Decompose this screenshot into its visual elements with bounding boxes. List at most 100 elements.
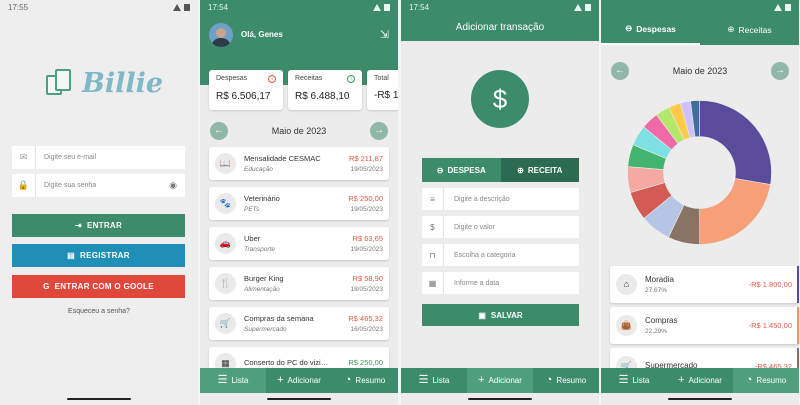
nav-list[interactable]: ☰ Lista [200, 368, 266, 393]
total-card[interactable]: Total -R$ 1 [367, 70, 398, 110]
expenses-card[interactable]: Despesas ↓ R$ 6.506,17 [209, 70, 283, 110]
card-value: R$ 6.488,10 [295, 91, 350, 102]
nav-summary[interactable]: ◔ Resumo [733, 368, 799, 393]
category-summary-row[interactable]: ⌂ Moradia 27.67% -R$ 1.800,00 [610, 266, 799, 303]
eye-icon[interactable]: ◉ [169, 180, 185, 191]
logout-icon[interactable]: ⇲ [380, 28, 389, 41]
avatar[interactable] [209, 22, 233, 47]
transaction-date: 19/05/2023 [350, 206, 383, 213]
home-indicator [668, 398, 732, 400]
pet-icon: 🐾 [215, 193, 236, 214]
tab-expenses-label: Despesas [636, 23, 676, 34]
next-month-icon[interactable]: → [771, 62, 789, 80]
donut-slice[interactable] [699, 178, 771, 245]
tab-income[interactable]: ⊕ Receitas [700, 14, 799, 45]
transaction-date: 18/05/2023 [350, 286, 383, 293]
food-icon: 🍴 [215, 273, 236, 294]
transaction-row[interactable]: 🛒 Compras da semana Supermercado R$ 465,… [209, 307, 389, 340]
income-toggle[interactable]: ⊕ RECEITA [500, 158, 579, 182]
nav-add[interactable]: + Adicionar [266, 368, 332, 393]
password-placeholder: Digite sua senha [44, 182, 97, 189]
nav-add[interactable]: + Adicionar [667, 368, 733, 393]
enter-button[interactable]: ⇥ ENTRAR [12, 214, 185, 237]
prev-month-icon[interactable]: ← [611, 62, 629, 80]
page-title: Adicionar transação [455, 22, 545, 33]
transaction-date: 16/05/2023 [350, 326, 383, 333]
home-indicator [468, 398, 532, 400]
plus-icon: + [478, 374, 485, 386]
transaction-value: R$ 211,87 [348, 154, 383, 163]
nav-list[interactable]: ☰ Lista [401, 368, 467, 393]
transaction-date: 19/05/2023 [350, 246, 383, 253]
status-icons [574, 3, 591, 11]
lines-icon: ≡ [422, 188, 444, 210]
description-field[interactable]: ≡ Digite a descrição [422, 188, 579, 210]
category-field[interactable]: ⊓ Escolha a categoria [422, 244, 579, 266]
tab-income-label: Receitas [738, 24, 772, 35]
date-field[interactable]: ▦ Informe a data [422, 272, 579, 294]
enter-label: ENTRAR [86, 221, 123, 230]
income-label: RECEITA [527, 165, 563, 175]
transaction-date: 19/05/2023 [350, 166, 383, 173]
card-value: -R$ 1 [374, 90, 398, 101]
nav-list[interactable]: ☰ Lista [601, 368, 667, 393]
date-placeholder: Informe a data [454, 279, 500, 287]
transaction-row[interactable]: 🍴 Burger King Alimentação R$ 58,90 18/05… [209, 267, 389, 300]
next-month-icon[interactable]: → [370, 122, 388, 140]
dollar-icon: $ [471, 70, 529, 128]
password-field[interactable]: 🔒 Digite sua senha ◉ [12, 174, 185, 197]
document-icon: ▤ [67, 251, 76, 260]
transaction-row[interactable]: 🐾 Veterinário PETs R$ 250,00 19/05/2023 [209, 187, 389, 220]
transaction-row[interactable]: 📖 Mensalidade CESMAC Educação R$ 211,87 … [209, 147, 389, 180]
value-field[interactable]: $ Digite o valor [422, 216, 579, 238]
tab-expenses[interactable]: ⊖ Despesas [601, 14, 700, 45]
register-button[interactable]: ▤ REGISTRAR [12, 244, 185, 267]
donut-slice[interactable] [699, 100, 772, 185]
month-selector: ← Maio de 2023 → [200, 115, 398, 147]
cart-icon: 🛒 [215, 313, 236, 334]
nav-add-label: Adicionar [488, 376, 522, 385]
home-icon: ⌂ [616, 274, 637, 295]
home-indicator [267, 398, 331, 400]
transaction-value: R$ 250,00 [348, 357, 383, 367]
transaction-category: Supermercado [244, 326, 287, 333]
card-title: Despesas [216, 75, 248, 82]
minus-circle-icon: ⊖ [625, 23, 633, 33]
bottom-nav: ☰ Lista + Adicionar ◔ Resumo [401, 368, 599, 393]
bottom-nav: ☰ Lista + Adicionar ◔ Resumo [200, 368, 398, 393]
pie-icon: ◔ [745, 374, 753, 386]
status-icons [774, 3, 791, 11]
status-icons [173, 3, 190, 11]
expense-toggle[interactable]: ⊖ DESPESA [422, 158, 501, 182]
nav-summary[interactable]: ◔ Resumo [332, 368, 398, 393]
forgot-password-link[interactable]: Esqueceu a senha? [0, 308, 198, 315]
transaction-name: Veterinário [244, 194, 280, 203]
month-label: Maio de 2023 [672, 66, 728, 76]
summary-tabs: ⊖ Despesas ⊕ Receitas [601, 14, 799, 45]
bottom-nav: ☰ Lista + Adicionar ◔ Resumo [601, 368, 799, 393]
income-card[interactable]: Receitas ↑ R$ 6.488,10 [288, 70, 362, 110]
google-login-button[interactable]: G ENTRAR COM O GOOLE [12, 275, 185, 298]
greeting: Olá, Genes [241, 30, 283, 39]
list-icon: ☰ [217, 374, 228, 386]
save-button[interactable]: ▣ SALVAR [422, 304, 579, 326]
nav-add-label: Adicionar [688, 376, 722, 385]
email-field[interactable]: ✉ Digite seu e-mail [12, 146, 185, 169]
mail-icon: ✉ [12, 146, 36, 169]
category-value: -R$ 1.800,00 [748, 280, 792, 289]
card-value: R$ 6.506,17 [216, 91, 271, 102]
register-label: REGISTRAR [80, 251, 130, 260]
logo-text: Billie [82, 68, 164, 99]
nav-summary[interactable]: ◔ Resumo [533, 368, 599, 393]
bookmark-icon: ⊓ [422, 244, 444, 266]
nav-list-label: Lista [432, 376, 450, 385]
arrow-up-icon: ↑ [347, 75, 355, 83]
nav-add[interactable]: + Adicionar [467, 368, 533, 393]
login-icon: ⇥ [74, 221, 82, 230]
category-summary-row[interactable]: 👜 Compras 22.29% -R$ 1.450,00 [610, 307, 799, 344]
transaction-value: R$ 465,32 [348, 314, 383, 323]
floppy-icon: ▣ [478, 310, 486, 320]
arrow-down-icon: ↓ [268, 75, 276, 83]
transaction-row[interactable]: 🚗 Uber Transporte R$ 63,65 19/05/2023 [209, 227, 389, 260]
prev-month-icon[interactable]: ← [210, 122, 228, 140]
